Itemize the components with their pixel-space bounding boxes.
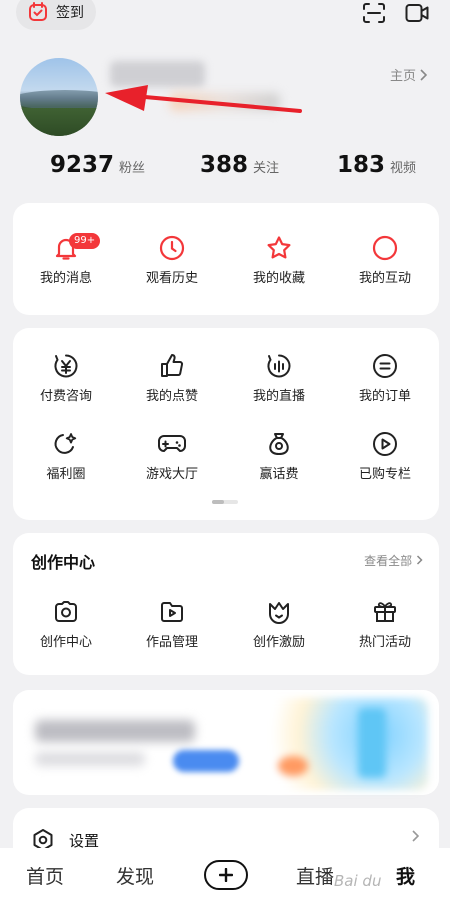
quick-item-label: 我的收藏 [252, 271, 305, 286]
scan-icon[interactable] [362, 2, 386, 24]
nav-live[interactable]: 直播 [296, 862, 334, 889]
banner-illustration [258, 698, 428, 790]
view-all-label: 查看全部 [364, 554, 413, 568]
creator-center-card: 创作中心 查看全部 创作中心 作品管理 创作激励 热门活动 [13, 533, 439, 675]
page-indicator-active [212, 500, 224, 504]
crown-icon [269, 602, 289, 624]
stat-followers[interactable]: 9237 粉丝 [50, 152, 145, 178]
unread-badge: 99+ [69, 233, 101, 249]
service-item-label: 我的订单 [358, 389, 411, 404]
services-card: 付费咨询 我的点赞 我的直播 我的订单 福利圈 游戏大厅 赢话费 已购专栏 [13, 328, 439, 520]
service-item-orders[interactable]: 我的订单 [332, 353, 438, 404]
service-item-label: 我的点赞 [145, 389, 198, 404]
service-item-label: 福利圈 [46, 467, 86, 482]
camera-icon [55, 601, 77, 622]
quick-item-interactions[interactable]: 我的互动 [332, 235, 438, 286]
folder-play-icon [161, 602, 183, 622]
service-item-phone-credit[interactable]: 赢话费 [226, 431, 332, 482]
quick-item-messages[interactable]: 99+ 我的消息 [13, 233, 119, 286]
quick-item-favorites[interactable]: 我的收藏 [226, 235, 332, 286]
video-camera-icon[interactable] [405, 2, 429, 24]
watermark-logo: Bai du [334, 872, 382, 890]
chevron-right-icon [420, 68, 428, 81]
stat-value: 388 [200, 152, 249, 178]
banner-title-blurred [35, 720, 195, 742]
service-item-label: 我的直播 [252, 389, 305, 404]
creator-item-label: 创作激励 [252, 635, 305, 650]
creator-item-label: 热门活动 [358, 635, 411, 650]
quick-item-history[interactable]: 观看历史 [119, 235, 225, 286]
stat-videos[interactable]: 183 视频 [337, 152, 416, 178]
creator-item-incentive[interactable]: 创作激励 [226, 599, 332, 650]
creator-center-title: 创作中心 [31, 553, 96, 572]
nav-create-button[interactable] [204, 860, 248, 890]
order-icon [373, 354, 397, 378]
stat-label: 粉丝 [119, 161, 146, 176]
stat-value: 183 [337, 152, 386, 178]
welfare-icon [54, 433, 77, 454]
banner-button-blurred[interactable] [173, 750, 239, 772]
stat-label: 视频 [390, 161, 417, 176]
live-icon [267, 354, 291, 378]
stat-label: 关注 [253, 161, 280, 176]
stats-row: 9237 粉丝 388 关注 183 视频 [0, 152, 450, 188]
view-all-link[interactable]: 查看全部 [364, 552, 423, 569]
banner-art-shape [278, 756, 308, 776]
red-arrow-annotation [105, 85, 302, 113]
service-item-paid-consult[interactable]: 付费咨询 [13, 353, 119, 404]
homepage-label: 主页 [390, 69, 417, 84]
service-item-label: 付费咨询 [39, 389, 92, 404]
service-item-game-hall[interactable]: 游戏大厅 [119, 431, 225, 482]
service-item-label: 赢话费 [259, 467, 299, 482]
profile-header: 主页 [0, 55, 450, 145]
service-item-welfare[interactable]: 福利圈 [13, 431, 119, 482]
chevron-right-icon [412, 830, 419, 842]
checkin-label: 签到 [56, 5, 84, 21]
stat-following[interactable]: 388 关注 [200, 152, 279, 178]
page-indicator [212, 500, 238, 504]
service-item-label: 已购专栏 [358, 467, 411, 482]
calendar-check-icon [29, 2, 47, 21]
yen-icon [54, 354, 78, 378]
avatar-hill [20, 90, 98, 110]
nav-home[interactable]: 首页 [26, 862, 64, 889]
quick-item-label: 我的消息 [39, 271, 92, 286]
bottom-nav: 首页 发现 直播 我 Bai du [0, 848, 450, 920]
play-icon [373, 432, 397, 456]
quick-item-label: 我的互动 [358, 271, 411, 286]
gamepad-icon [158, 435, 186, 452]
stat-value: 9237 [50, 152, 115, 178]
service-item-live[interactable]: 我的直播 [226, 353, 332, 404]
circle-icon [372, 235, 398, 261]
homepage-link[interactable]: 主页 [390, 65, 428, 84]
avatar[interactable] [20, 58, 98, 136]
thumbs-up-icon [161, 354, 184, 377]
creator-item-center[interactable]: 创作中心 [13, 599, 119, 650]
chevron-right-icon [416, 555, 423, 565]
creator-item-works[interactable]: 作品管理 [119, 599, 225, 650]
promo-banner[interactable] [13, 690, 439, 795]
creator-item-label: 作品管理 [145, 635, 198, 650]
plus-icon [219, 868, 233, 882]
banner-subtitle-blurred [35, 752, 145, 766]
star-icon [267, 236, 291, 259]
nav-me[interactable]: 我 [396, 862, 415, 889]
creator-item-events[interactable]: 热门活动 [332, 599, 438, 650]
clock-icon [159, 235, 185, 261]
checkin-button[interactable]: 签到 [16, 0, 96, 30]
quick-item-label: 观看历史 [145, 271, 198, 286]
gift-icon [374, 602, 396, 622]
quick-access-card: 99+ 我的消息 观看历史 我的收藏 我的互动 [13, 203, 439, 315]
service-item-likes[interactable]: 我的点赞 [119, 353, 225, 404]
creator-item-label: 创作中心 [39, 635, 92, 650]
service-item-purchased-columns[interactable]: 已购专栏 [332, 431, 438, 482]
banner-art-shape [358, 708, 386, 778]
nav-discover[interactable]: 发现 [116, 862, 154, 889]
money-bag-icon [269, 433, 289, 456]
top-bar: 签到 [0, 0, 450, 30]
service-item-label: 游戏大厅 [145, 467, 198, 482]
avatar-ground [20, 108, 98, 136]
